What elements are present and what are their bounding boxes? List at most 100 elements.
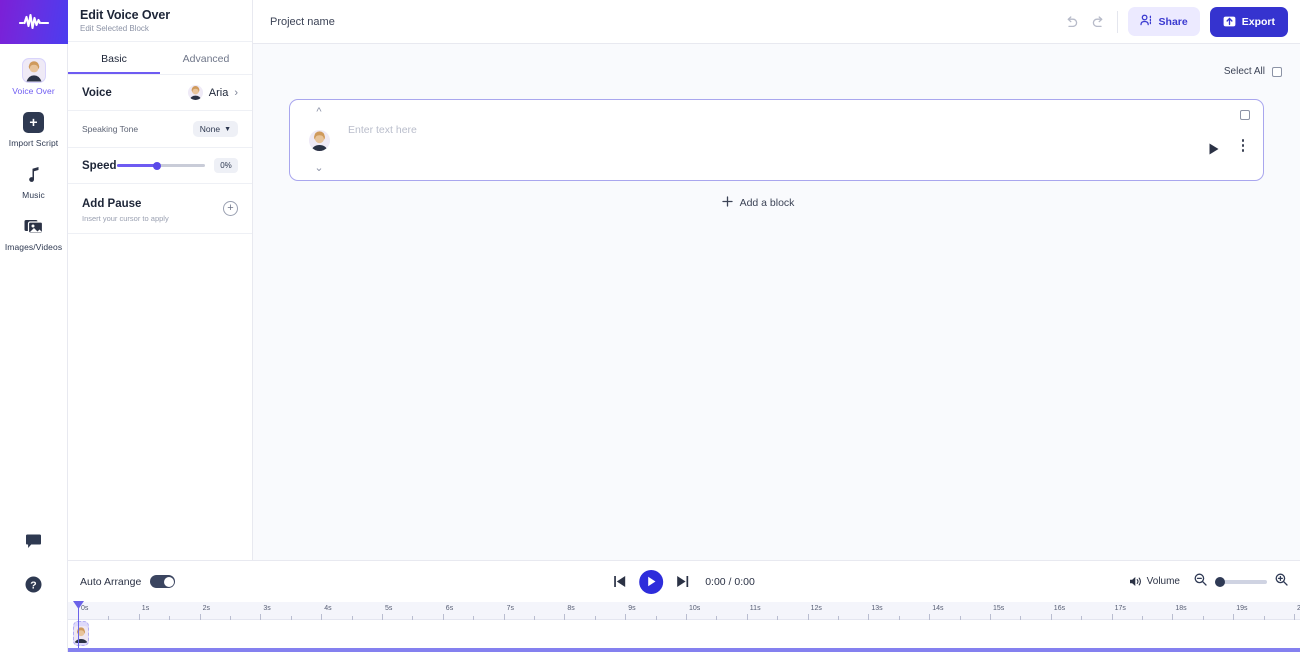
select-all-checkbox[interactable]: [1272, 66, 1282, 77]
speaking-tone-label: Speaking Tone: [82, 124, 139, 134]
sidebar-item-label: Images/Videos: [4, 242, 63, 252]
timeline-ruler[interactable]: 0s 1s 2s 3s 4s 5s 6s 7s 8s 9s 10s 11s 12s 13s 14s 15s 16…: [68, 602, 1300, 620]
block-more-menu[interactable]: [1241, 139, 1244, 152]
timeline-playhead[interactable]: [73, 601, 84, 648]
add-block-button[interactable]: Add a block: [253, 196, 1263, 210]
volume-button[interactable]: Volume: [1129, 576, 1180, 587]
auto-arrange-toggle[interactable]: [150, 575, 176, 588]
chevron-up-icon[interactable]: ^: [316, 107, 321, 118]
skip-forward-button[interactable]: [676, 575, 689, 588]
tab-basic[interactable]: Basic: [68, 42, 160, 74]
sidebar-item-label: Music: [22, 190, 45, 200]
help-circle-icon[interactable]: ?: [25, 576, 42, 598]
script-block[interactable]: ^ ⌄ Enter text here: [289, 99, 1264, 181]
zoom-out-icon: [1194, 573, 1207, 586]
block-left-controls: ^ ⌄: [302, 100, 336, 182]
skip-forward-icon: [677, 576, 689, 587]
voice-label: Voice: [82, 86, 112, 99]
share-label: Share: [1158, 15, 1188, 28]
export-upload-icon: [1223, 14, 1236, 30]
block-text-input[interactable]: Enter text here: [348, 124, 417, 136]
add-block-label: Add a block: [739, 197, 795, 209]
project-name[interactable]: Project name: [270, 16, 335, 28]
waveform-logo-icon: [18, 13, 49, 30]
chevron-down-icon: ▼: [224, 125, 231, 133]
speed-label: Speed: [82, 159, 117, 172]
more-vertical-icon: [1241, 139, 1244, 142]
transport-controls: 0:00 / 0:00: [613, 569, 755, 594]
select-all-label: Select All: [1223, 66, 1265, 77]
speed-control: 0%: [117, 158, 238, 173]
plus-circle-icon[interactable]: +: [223, 201, 238, 216]
sidebar-item-images-videos[interactable]: Images/Videos: [0, 200, 68, 252]
zoom-in-button[interactable]: [1275, 573, 1288, 591]
tab-advanced[interactable]: Advanced: [160, 42, 252, 74]
speed-slider-fill: [117, 164, 158, 167]
undo-redo-group: [1065, 10, 1118, 33]
add-pause-text: Add Pause Insert your cursor to apply: [82, 194, 169, 223]
sidebar-item-label: Import Script: [8, 138, 59, 148]
sidebar-item-music[interactable]: Music: [0, 148, 68, 200]
music-note-icon: [22, 162, 46, 186]
panel-header: Edit Voice Over Edit Selected Block: [68, 0, 252, 42]
timeline-track[interactable]: [68, 620, 1300, 647]
block-avatar[interactable]: [308, 130, 330, 151]
voice-value[interactable]: Aria ›: [187, 85, 238, 100]
play-button[interactable]: [639, 569, 664, 594]
plus-icon: [721, 196, 733, 210]
voice-row[interactable]: Voice Aria ›: [68, 75, 252, 111]
add-pause-label: Add Pause: [82, 198, 142, 210]
chat-bubble-icon[interactable]: [25, 534, 42, 554]
speed-slider-thumb[interactable]: [153, 161, 162, 170]
chevron-down-icon[interactable]: ⌄: [314, 163, 323, 174]
speaking-tone-select[interactable]: None ▼: [192, 121, 238, 137]
export-button[interactable]: Export: [1209, 6, 1288, 37]
speaker-icon: [1129, 577, 1141, 586]
sidebar-item-voice-over[interactable]: Voice Over: [0, 44, 68, 96]
redo-icon[interactable]: [1092, 16, 1105, 27]
block-play-button[interactable]: [1209, 142, 1219, 160]
app-logo[interactable]: [0, 0, 68, 44]
play-icon: [1209, 143, 1219, 155]
timeline-clip[interactable]: [73, 621, 89, 646]
speaking-tone-value: None: [199, 124, 221, 134]
play-icon: [647, 576, 655, 587]
add-pause-hint: Insert your cursor to apply: [82, 214, 169, 223]
skip-back-button[interactable]: [613, 575, 626, 588]
skip-back-icon: [614, 576, 626, 587]
auto-arrange-control[interactable]: Auto Arrange: [68, 575, 176, 588]
zoom-out-button[interactable]: [1194, 573, 1207, 591]
timeline: 0s 1s 2s 3s 4s 5s 6s 7s 8s 9s 10s 11s 12s 13s 14s 15s 16…: [68, 601, 1300, 652]
sidebar-item-import-script[interactable]: + Import Script: [0, 96, 68, 148]
zoom-in-icon: [1275, 573, 1288, 586]
share-people-icon: [1139, 14, 1153, 29]
zoom-controls: [1194, 573, 1288, 591]
svg-text:?: ?: [30, 579, 36, 591]
plus-square-icon: +: [22, 110, 46, 134]
voice-avatar-icon: [74, 626, 88, 643]
timecode: 0:00 / 0:00: [705, 575, 755, 588]
voice-avatar-icon: [187, 85, 203, 100]
top-bar-actions: Share Export: [1065, 6, 1288, 37]
panel-tabs: Basic Advanced: [68, 42, 252, 75]
chevron-right-icon: ›: [234, 86, 238, 99]
undo-icon[interactable]: [1065, 16, 1078, 27]
voice-name: Aria: [208, 86, 229, 99]
images-videos-icon: [22, 214, 46, 238]
rail-bottom-actions: ?: [25, 534, 42, 652]
player-bar: Auto Arrange 0:00 / 0:00 Volume: [68, 560, 1300, 602]
auto-arrange-label: Auto Arrange: [80, 575, 142, 588]
panel-subtitle: Edit Selected Block: [80, 24, 149, 33]
export-label: Export: [1241, 15, 1275, 28]
edit-voice-over-panel: Edit Voice Over Edit Selected Block Basi…: [68, 0, 253, 560]
speed-row: Speed 0%: [68, 148, 252, 184]
block-checkbox[interactable]: [1240, 110, 1250, 120]
zoom-slider[interactable]: [1215, 576, 1267, 587]
share-button[interactable]: Share: [1127, 7, 1200, 36]
volume-label: Volume: [1146, 576, 1180, 587]
timeline-scroll-bar[interactable]: [68, 648, 1300, 652]
speed-slider[interactable]: [117, 161, 205, 170]
sidebar-item-label: Voice Over: [12, 86, 55, 96]
zoom-slider-thumb[interactable]: [1215, 576, 1225, 587]
select-all-control[interactable]: Select All: [1224, 66, 1282, 77]
